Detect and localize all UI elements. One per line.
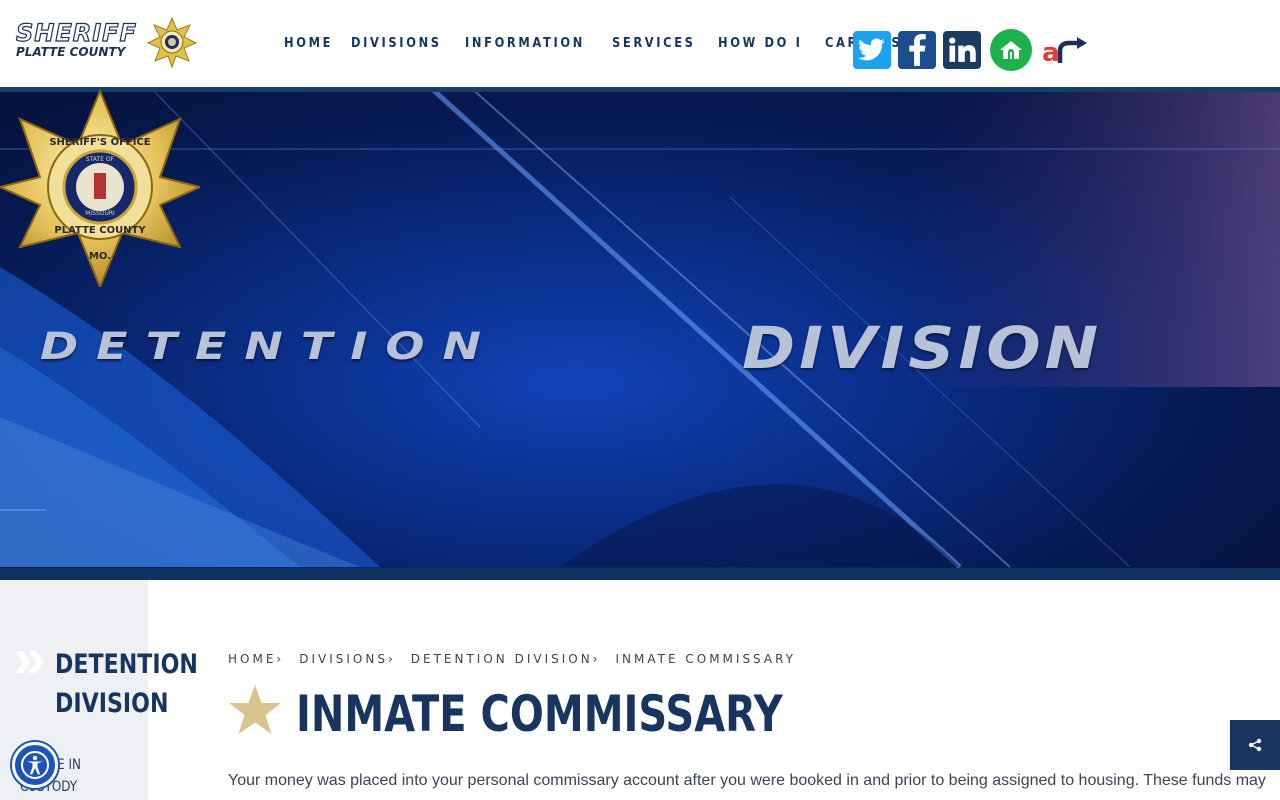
site-logo[interactable]: SHERIFF PLATTE COUNTY [14, 16, 200, 70]
page-title: INMATE COMMISSARY [296, 685, 783, 743]
hero-word-left: DETENTION [40, 323, 500, 369]
breadcrumb-home[interactable]: HOME [228, 651, 276, 667]
twitter-icon[interactable] [853, 31, 891, 69]
badge-text-seal: MISSOURI [85, 210, 115, 217]
arrest-reports-icon[interactable]: a [1042, 31, 1088, 69]
intro-paragraph: Your money was placed into your personal… [228, 772, 1266, 789]
hero-banner: DETENTION DIVISION SHERIFF'S OFFICE STAT… [0, 87, 1280, 580]
breadcrumb-divisions[interactable]: DIVISIONS [299, 651, 388, 667]
sidebar-title-line2: DIVISION [55, 688, 169, 719]
facebook-icon[interactable] [898, 31, 936, 69]
share-icon [1248, 738, 1262, 752]
logo-subtitle: PLATTE COUNTY [16, 45, 126, 59]
badge-text-county: PLATTE COUNTY [54, 225, 146, 236]
accessibility-button[interactable] [12, 742, 58, 788]
svg-text:a: a [1042, 38, 1060, 65]
hero-bottom-bar [0, 568, 1280, 580]
nav-services[interactable]: SERVICES [612, 36, 696, 54]
nextdoor-icon[interactable] [990, 29, 1032, 71]
main-nav: HOME DIVISIONS INFORMATION SERVICES HOW … [284, 36, 924, 54]
nav-how-do-i[interactable]: HOW DO I [718, 36, 802, 54]
badge-text-state: STATE OF [86, 156, 115, 163]
sheriff-star-badge-icon: SHERIFF'S OFFICE STATE OF MISSOURI PLATT… [0, 88, 200, 287]
badge-text-top: SHERIFF'S OFFICE [49, 137, 150, 148]
logo-title: SHERIFF [15, 19, 137, 47]
linkedin-icon[interactable] [943, 31, 981, 69]
star-icon [229, 685, 281, 734]
breadcrumb: HOME › DIVISIONS › DETENTION DIVISION › INM… [228, 651, 796, 667]
site-header: SHERIFF PLATTE COUNTY HOME DIVISIONS INF… [0, 0, 1280, 87]
nav-divisions[interactable]: DIVISIONS [351, 36, 442, 54]
breadcrumb-current: INMATE COMMISSARY [615, 652, 797, 666]
social-links: a [853, 29, 1095, 71]
accessibility-icon [21, 751, 49, 779]
sidebar-title-line1: DETENTION [55, 649, 198, 680]
hero-word-right: DIVISION [742, 315, 1103, 383]
nav-information[interactable]: INFORMATION [465, 36, 585, 54]
double-chevron-right-icon [15, 651, 44, 673]
share-button[interactable] [1230, 720, 1280, 770]
sheriff-badge-icon [146, 16, 198, 68]
nav-home[interactable]: HOME [284, 36, 333, 54]
chevron-right-icon: › [592, 652, 598, 666]
breadcrumb-detention-division[interactable]: DETENTION DIVISION [411, 651, 593, 667]
badge-text-bottom: MO. [89, 251, 111, 262]
chevron-right-icon: › [387, 652, 393, 666]
sidebar-title: DETENTION DIVISION [55, 645, 198, 723]
chevron-right-icon: › [276, 652, 282, 666]
